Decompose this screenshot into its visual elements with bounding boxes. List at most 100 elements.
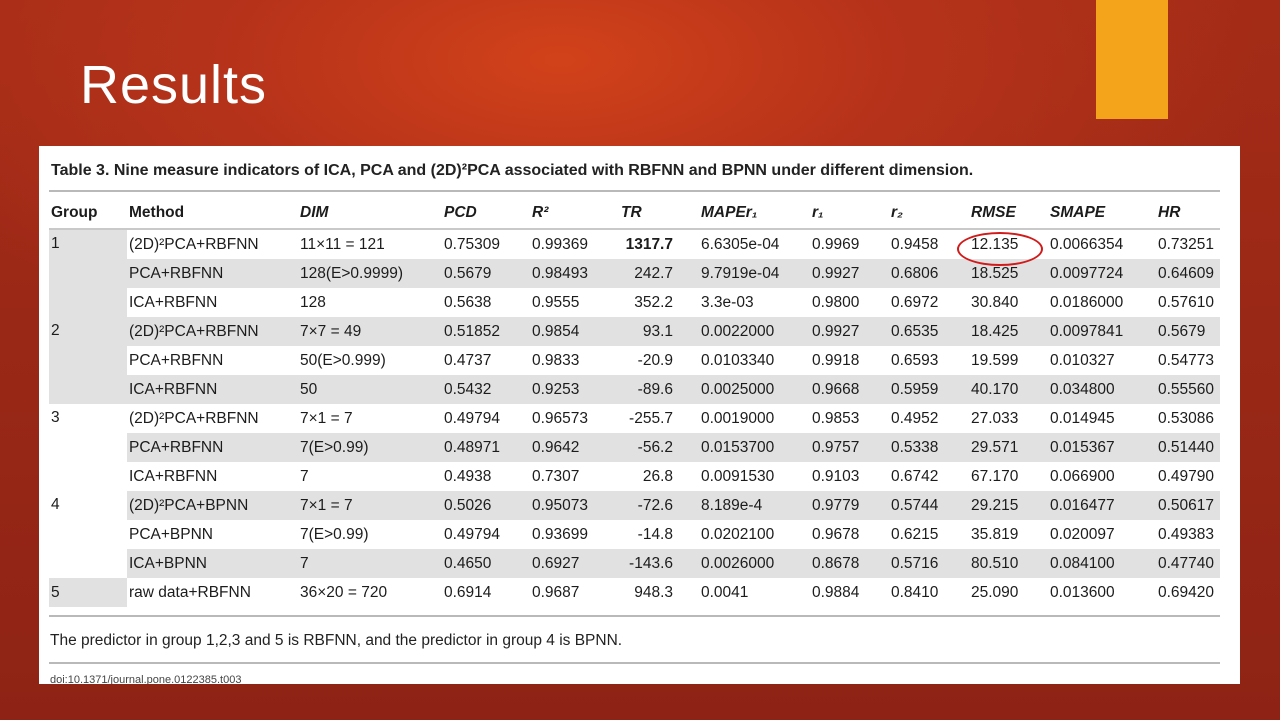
r2b-cell: 0.6972 <box>889 288 969 317</box>
pcd-cell: 0.48971 <box>442 433 530 462</box>
r1-cell: 0.9969 <box>810 229 889 259</box>
pcd-cell: 0.4938 <box>442 462 530 491</box>
header-r1: r₁ <box>810 197 889 230</box>
pcd-cell: 0.5679 <box>442 259 530 288</box>
r1-cell: 0.9678 <box>810 520 889 549</box>
pcd-cell: 0.6914 <box>442 578 530 607</box>
table-row: 5 raw data+RBFNN 36×20 = 720 0.6914 0.96… <box>49 578 1220 607</box>
rmse-cell: 30.840 <box>969 288 1048 317</box>
r2-cell: 0.98493 <box>530 259 619 288</box>
header-r2b: r₂ <box>889 197 969 230</box>
r2b-cell: 0.6215 <box>889 520 969 549</box>
r1-cell: 0.9927 <box>810 317 889 346</box>
r2-cell: 0.9253 <box>530 375 619 404</box>
method-cell: (2D)²PCA+RBFNN <box>127 229 298 259</box>
tr-cell: -14.8 <box>619 520 699 549</box>
method-cell: PCA+BPNN <box>127 520 298 549</box>
hr-cell: 0.50617 <box>1156 491 1220 520</box>
rmse-cell: 19.599 <box>969 346 1048 375</box>
hr-cell: 0.69420 <box>1156 578 1220 607</box>
hr-cell: 0.64609 <box>1156 259 1220 288</box>
pcd-cell: 0.49794 <box>442 404 530 433</box>
header-row: Group Method DIM PCD R² TR MAPEr₁ r₁ r₂ … <box>49 197 1220 230</box>
bottom-rule <box>49 615 1220 617</box>
method-cell: ICA+RBFNN <box>127 462 298 491</box>
dim-cell: 7(E>0.99) <box>298 433 442 462</box>
rmse-cell: 35.819 <box>969 520 1048 549</box>
r2-cell: 0.6927 <box>530 549 619 578</box>
table-doi: doi:10.1371/journal.pone.0122385.t003 <box>50 674 242 684</box>
mape-cell: 6.6305e-04 <box>699 229 810 259</box>
pcd-cell: 0.5026 <box>442 491 530 520</box>
mape-cell: 0.0022000 <box>699 317 810 346</box>
method-cell: ICA+RBFNN <box>127 375 298 404</box>
r2-cell: 0.9833 <box>530 346 619 375</box>
smape-cell: 0.0066354 <box>1048 229 1156 259</box>
pcd-cell: 0.51852 <box>442 317 530 346</box>
r2-cell: 0.93699 <box>530 520 619 549</box>
header-smape: SMAPE <box>1048 197 1156 230</box>
dim-cell: 7(E>0.99) <box>298 520 442 549</box>
mape-cell: 0.0025000 <box>699 375 810 404</box>
rmse-cell: 40.170 <box>969 375 1048 404</box>
method-cell: (2D)²PCA+RBFNN <box>127 404 298 433</box>
header-r2: R² <box>530 197 619 230</box>
r1-cell: 0.9757 <box>810 433 889 462</box>
dim-cell: 7 <box>298 462 442 491</box>
table-row: PCA+BPNN 7(E>0.99) 0.49794 0.93699 -14.8… <box>49 520 1220 549</box>
rmse-cell: 80.510 <box>969 549 1048 578</box>
tr-cell: 93.1 <box>619 317 699 346</box>
smape-cell: 0.0097841 <box>1048 317 1156 346</box>
pcd-cell: 0.75309 <box>442 229 530 259</box>
table-row: 1 (2D)²PCA+RBFNN 11×11 = 121 0.75309 0.9… <box>49 229 1220 317</box>
smape-cell: 0.084100 <box>1048 549 1156 578</box>
pcd-cell: 0.4650 <box>442 549 530 578</box>
pcd-cell: 0.5432 <box>442 375 530 404</box>
table-image: Table 3. Nine measure indicators of ICA,… <box>39 146 1240 684</box>
r2b-cell: 0.6593 <box>889 346 969 375</box>
smape-cell: 0.034800 <box>1048 375 1156 404</box>
table-row: ICA+RBFNN 7 0.4938 0.7307 26.8 0.0091530… <box>49 462 1220 491</box>
r1-cell: 0.9779 <box>810 491 889 520</box>
mape-cell: 0.0091530 <box>699 462 810 491</box>
r2-cell: 0.9642 <box>530 433 619 462</box>
r2b-cell: 0.5338 <box>889 433 969 462</box>
dim-cell: 11×11 = 121 <box>298 229 442 259</box>
smape-cell: 0.0097724 <box>1048 259 1156 288</box>
r1-cell: 0.9668 <box>810 375 889 404</box>
table-row: ICA+RBFNN 50 0.5432 0.9253 -89.6 0.00250… <box>49 375 1220 404</box>
r2-cell: 0.99369 <box>530 229 619 259</box>
pcd-cell: 0.49794 <box>442 520 530 549</box>
r1-cell: 0.9884 <box>810 578 889 607</box>
hr-cell: 0.54773 <box>1156 346 1220 375</box>
pcd-cell: 0.4737 <box>442 346 530 375</box>
tr-cell: -255.7 <box>619 404 699 433</box>
mape-cell: 3.3e-03 <box>699 288 810 317</box>
group-cell: 3 <box>49 404 127 491</box>
mape-cell: 0.0041 <box>699 578 810 607</box>
r1-cell: 0.8678 <box>810 549 889 578</box>
dim-cell: 7×7 = 49 <box>298 317 442 346</box>
header-hr: HR <box>1156 197 1220 230</box>
smape-cell: 0.020097 <box>1048 520 1156 549</box>
r2b-cell: 0.6535 <box>889 317 969 346</box>
hr-cell: 0.5679 <box>1156 317 1220 346</box>
r2-cell: 0.7307 <box>530 462 619 491</box>
mape-cell: 8.189e-4 <box>699 491 810 520</box>
header-pcd: PCD <box>442 197 530 230</box>
smape-cell: 0.066900 <box>1048 462 1156 491</box>
rmse-cell: 18.425 <box>969 317 1048 346</box>
r2b-cell: 0.6806 <box>889 259 969 288</box>
smape-cell: 0.016477 <box>1048 491 1156 520</box>
pcd-cell: 0.5638 <box>442 288 530 317</box>
method-cell: raw data+RBFNN <box>127 578 298 607</box>
smape-cell: 0.013600 <box>1048 578 1156 607</box>
tr-cell: 948.3 <box>619 578 699 607</box>
r2b-cell: 0.6742 <box>889 462 969 491</box>
dim-cell: 128 <box>298 288 442 317</box>
table-row: 3 (2D)²PCA+RBFNN 7×1 = 7 0.49794 0.96573… <box>49 404 1220 491</box>
table-caption: Table 3. Nine measure indicators of ICA,… <box>51 162 974 179</box>
group-cell: 1 <box>49 229 127 317</box>
table-row: PCA+RBFNN 50(E>0.999) 0.4737 0.9833 -20.… <box>49 346 1220 375</box>
dim-cell: 7 <box>298 549 442 578</box>
